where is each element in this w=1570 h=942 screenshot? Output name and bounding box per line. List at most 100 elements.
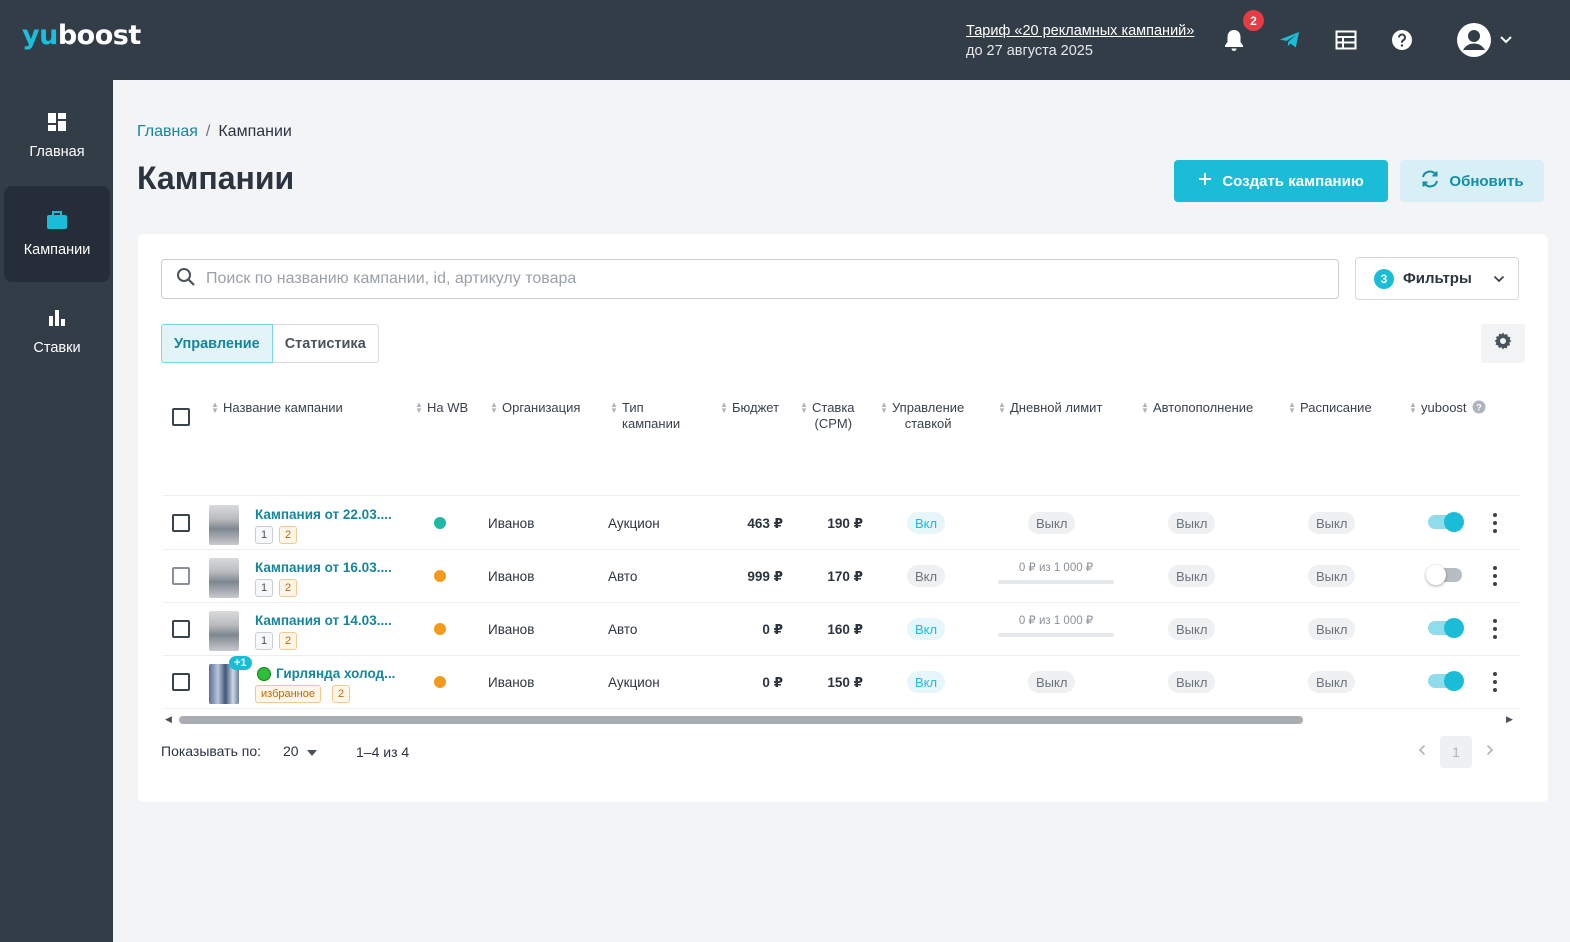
tariff-expiry: до 27 августа 2025 (966, 43, 1093, 59)
yuboost-toggle[interactable] (1428, 618, 1464, 638)
autofill-pill[interactable]: Выкл (1168, 618, 1216, 640)
col-budget[interactable]: ▲ ▼ Бюджет (720, 400, 779, 416)
col-campaign-type[interactable]: ▲ ▼ Тип кампании (610, 400, 680, 432)
more-actions-icon[interactable] (1488, 566, 1502, 586)
sort-icon: ▲ ▼ (1141, 400, 1149, 415)
schedule-pill[interactable]: Выкл (1308, 671, 1356, 693)
chevron-down-icon[interactable] (1494, 26, 1518, 54)
bid-status-pill[interactable]: Вкл (907, 565, 946, 587)
org-cell: Иванов (488, 569, 535, 584)
next-page-icon[interactable] (1486, 743, 1494, 761)
tab-management[interactable]: Управление (161, 324, 273, 363)
row-checkbox[interactable] (172, 567, 190, 585)
pagination-range: 1–4 из 4 (356, 744, 410, 760)
campaign-name-link[interactable]: Гирлянда холод... (276, 666, 395, 681)
filters-button[interactable]: 3 Фильтры (1355, 257, 1519, 300)
sidebar-item-campaigns[interactable]: Кампании (4, 186, 110, 282)
schedule-pill[interactable]: Выкл (1308, 512, 1356, 534)
yuboost-toggle[interactable] (1428, 512, 1464, 532)
extra-products-badge[interactable]: +1 (229, 656, 252, 670)
wb-status-dot (434, 570, 446, 582)
col-daily-limit[interactable]: ▲ ▼ Дневной лимит (998, 400, 1102, 416)
table-header: ▲ ▼ Название кампании ▲ ▼ На WB ▲ ▼ Организаци… (163, 394, 1520, 496)
sort-icon: ▲ ▼ (1409, 400, 1417, 415)
row-checkbox[interactable] (172, 673, 190, 691)
rate-cell: 170 ₽ (827, 569, 863, 584)
yuboost-toggle[interactable] (1428, 671, 1464, 691)
table-row[interactable]: Кампания от 14.03.... 1 2 Иванов Авто 0 … (163, 603, 1520, 656)
autofill-pill[interactable]: Выкл (1168, 565, 1216, 587)
sort-icon: ▲ ▼ (211, 400, 219, 415)
horizontal-scrollbar[interactable]: ◀ ▶ (163, 714, 1520, 726)
schedule-pill[interactable]: Выкл (1308, 618, 1356, 640)
col-bid-management[interactable]: ▲ ▼ Управление ставкой (880, 400, 964, 432)
yuboost-toggle[interactable] (1426, 565, 1462, 585)
row-checkbox[interactable] (172, 514, 190, 532)
tag: 2 (279, 579, 298, 597)
logo[interactable]: yuboost (22, 20, 141, 51)
col-autofill[interactable]: ▲ ▼ Автопополнение (1141, 400, 1253, 416)
type-cell: Аукцион (608, 516, 660, 531)
tag: 1 (255, 632, 274, 650)
table-settings-button[interactable] (1481, 324, 1525, 363)
per-page-value: 20 (283, 743, 299, 759)
bell-icon[interactable] (1220, 26, 1248, 54)
table-row[interactable]: Кампания от 16.03.... 1 2 Иванов Авто 99… (163, 550, 1520, 603)
campaign-name-link[interactable]: Кампания от 16.03.... (255, 560, 392, 575)
more-actions-icon[interactable] (1488, 513, 1502, 533)
daily-limit-pill[interactable]: Выкл (1028, 671, 1076, 693)
bid-status-pill[interactable]: Вкл (907, 618, 946, 640)
help-icon[interactable] (1388, 26, 1416, 54)
sort-icon: ▲ ▼ (998, 400, 1006, 415)
user-avatar-icon[interactable] (1456, 22, 1492, 58)
page-number[interactable]: 1 (1440, 736, 1472, 768)
daily-limit-progress[interactable]: 0 ₽ из 1 000 ₽ (998, 613, 1114, 637)
daily-limit-progress[interactable]: 0 ₽ из 1 000 ₽ (998, 560, 1114, 584)
campaign-name-link[interactable]: Кампания от 14.03.... (255, 613, 392, 628)
telegram-icon[interactable] (1276, 26, 1304, 54)
autofill-pill[interactable]: Выкл (1168, 671, 1216, 693)
tariff-link[interactable]: Тариф «20 рекламных кампаний» (966, 21, 1194, 41)
scrollbar-thumb[interactable] (179, 716, 1303, 724)
bid-status-pill[interactable]: Вкл (907, 512, 946, 534)
create-campaign-button[interactable]: Создать кампанию (1174, 160, 1388, 202)
scroll-right-icon[interactable]: ▶ (1506, 714, 1513, 725)
briefcase-icon (46, 210, 68, 234)
per-page-select[interactable]: 20 (283, 743, 317, 759)
more-actions-icon[interactable] (1488, 672, 1502, 692)
per-page-label: Показывать по: (161, 743, 262, 759)
sidebar-item-home[interactable]: Главная (4, 88, 110, 184)
calendar-table-icon[interactable] (1332, 26, 1360, 54)
col-organization[interactable]: ▲ ▼ Организация (490, 400, 580, 416)
tab-statistics[interactable]: Статистика (272, 324, 379, 363)
dashboard-icon (47, 112, 67, 136)
rate-cell: 190 ₽ (827, 516, 863, 531)
col-yuboost[interactable]: ▲ ▼ yuboost ? (1409, 400, 1486, 418)
breadcrumb-home[interactable]: Главная (137, 123, 198, 140)
col-schedule[interactable]: ▲ ▼ Расписание (1288, 400, 1372, 416)
col-rate[interactable]: ▲ ▼ Ставка (CPM) (800, 400, 855, 432)
refresh-button[interactable]: Обновить (1400, 160, 1544, 202)
col-on-wb[interactable]: ▲ ▼ На WB (415, 400, 468, 416)
daily-limit-pill[interactable]: Выкл (1028, 512, 1076, 534)
search-box[interactable] (161, 259, 1339, 299)
budget-cell: 0 ₽ (762, 622, 783, 637)
table-row[interactable]: +1 Гирлянда холод... избранное 2 Иванов … (163, 656, 1520, 709)
product-status-icon (257, 667, 271, 681)
table-row[interactable]: Кампания от 22.03.... 1 2 Иванов Аукцион… (163, 497, 1520, 550)
prev-page-icon[interactable] (1418, 743, 1426, 761)
sidebar-item-bids[interactable]: Ставки (4, 284, 110, 380)
search-input[interactable] (206, 270, 1306, 288)
more-actions-icon[interactable] (1488, 619, 1502, 639)
schedule-pill[interactable]: Выкл (1308, 565, 1356, 587)
bar-chart-icon (47, 308, 67, 332)
row-checkbox[interactable] (172, 620, 190, 638)
budget-cell: 463 ₽ (747, 516, 783, 531)
autofill-pill[interactable]: Выкл (1168, 512, 1216, 534)
select-all-checkbox[interactable] (172, 408, 190, 426)
campaign-name-link[interactable]: Кампания от 22.03.... (255, 507, 392, 522)
help-icon[interactable]: ? (1472, 400, 1486, 418)
bid-status-pill[interactable]: Вкл (907, 671, 946, 693)
scroll-left-icon[interactable]: ◀ (165, 714, 172, 725)
col-name[interactable]: ▲ ▼ Название кампании (211, 400, 343, 416)
